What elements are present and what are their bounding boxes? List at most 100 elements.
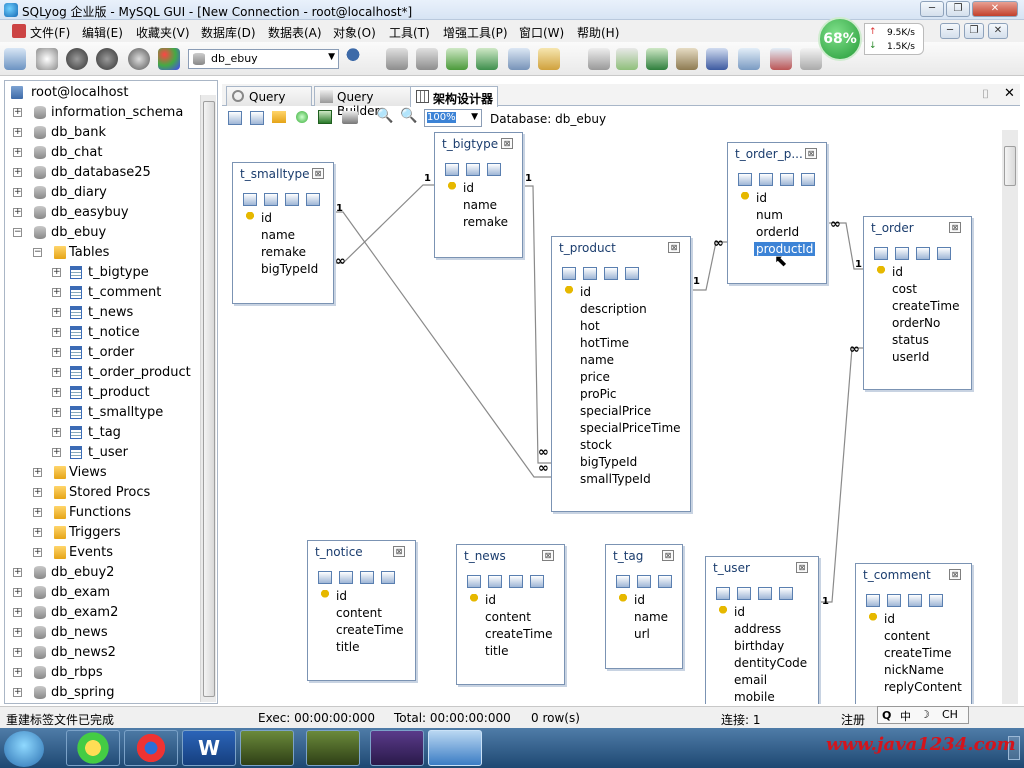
- menu-powertools[interactable]: 增强工具(P): [443, 24, 508, 41]
- field[interactable]: address: [734, 622, 781, 636]
- field[interactable]: hot: [580, 319, 600, 333]
- edit-table-icon[interactable]: [318, 571, 332, 584]
- edit-table-icon[interactable]: [616, 575, 630, 588]
- expand-icon[interactable]: +: [33, 528, 42, 537]
- collapse-icon[interactable]: −: [13, 228, 22, 237]
- expand-icon[interactable]: +: [13, 688, 22, 697]
- field[interactable]: content: [485, 610, 531, 624]
- field[interactable]: orderId: [756, 225, 799, 239]
- connect-icon[interactable]: [4, 48, 26, 70]
- expand-icon[interactable]: +: [13, 148, 22, 157]
- add-table-icon[interactable]: [228, 111, 242, 125]
- close-icon[interactable]: ⊠: [501, 138, 513, 149]
- print-icon[interactable]: [342, 111, 358, 124]
- tab-query-builder[interactable]: Query Builder: [314, 86, 412, 118]
- expand-icon[interactable]: +: [33, 488, 42, 497]
- close-icon[interactable]: ⊠: [805, 148, 817, 159]
- game-icon[interactable]: [306, 730, 360, 766]
- ime-bar[interactable]: Q 中 ☽ CH: [877, 706, 969, 724]
- field-id[interactable]: id: [884, 612, 895, 626]
- expand-icon[interactable]: +: [13, 648, 22, 657]
- field[interactable]: name: [463, 198, 497, 212]
- expand-icon[interactable]: +: [52, 328, 61, 337]
- field[interactable]: specialPrice: [580, 404, 651, 418]
- field[interactable]: content: [336, 606, 382, 620]
- field-id[interactable]: id: [892, 265, 903, 279]
- field[interactable]: content: [884, 629, 930, 643]
- manage-index-icon[interactable]: [339, 571, 353, 584]
- menu-window[interactable]: 窗口(W): [519, 24, 564, 41]
- menu-tools[interactable]: 工具(T): [389, 24, 430, 41]
- export-icon[interactable]: [929, 594, 943, 607]
- scroll-thumb[interactable]: [1004, 146, 1016, 186]
- manage-index-icon[interactable]: [264, 193, 278, 206]
- register-link[interactable]: 注册: [841, 711, 865, 728]
- expand-icon[interactable]: +: [13, 208, 22, 217]
- expand-icon[interactable]: +: [52, 448, 61, 457]
- start-button[interactable]: [4, 731, 44, 767]
- new-connection-icon[interactable]: [36, 48, 58, 70]
- field[interactable]: createTime: [884, 646, 951, 660]
- field[interactable]: replyContent: [884, 680, 962, 694]
- field[interactable]: smallTypeId: [580, 472, 651, 486]
- add-all-tables-icon[interactable]: [250, 111, 264, 125]
- field[interactable]: proPic: [580, 387, 617, 401]
- field[interactable]: description: [580, 302, 647, 316]
- field-id[interactable]: id: [634, 593, 645, 607]
- tab-query[interactable]: Query: [226, 86, 312, 106]
- expand-icon[interactable]: +: [13, 168, 22, 177]
- zoom-in-icon[interactable]: 🔍: [376, 108, 393, 124]
- expand-icon[interactable]: +: [13, 568, 22, 577]
- collapse-icon[interactable]: −: [33, 248, 42, 257]
- manage-index-icon[interactable]: [488, 575, 502, 588]
- relation-icon[interactable]: [509, 575, 523, 588]
- execute-all-icon[interactable]: [96, 48, 118, 70]
- relation-icon[interactable]: [916, 247, 930, 260]
- expand-icon[interactable]: +: [52, 368, 61, 377]
- relation-icon[interactable]: [604, 267, 618, 280]
- edit-table-icon[interactable]: [866, 594, 880, 607]
- sync-icon[interactable]: [646, 48, 668, 70]
- db-icon[interactable]: [416, 48, 438, 70]
- stop-icon[interactable]: [128, 48, 150, 70]
- expand-icon[interactable]: +: [52, 308, 61, 317]
- calendar-icon[interactable]: [770, 48, 792, 70]
- import-icon[interactable]: [476, 48, 498, 70]
- edit-table-icon[interactable]: [445, 163, 459, 176]
- close-icon[interactable]: ⊠: [662, 550, 674, 561]
- tab-nav-icon[interactable]: ⌷: [982, 87, 989, 102]
- field[interactable]: remake: [463, 215, 508, 229]
- manage-index-icon[interactable]: [583, 267, 597, 280]
- field[interactable]: name: [580, 353, 614, 367]
- export-icon[interactable]: [779, 587, 793, 600]
- entity-t_order[interactable]: t_order ⊠ id cost createTime orderNo sta…: [863, 216, 972, 390]
- relation-icon[interactable]: [487, 163, 501, 176]
- field[interactable]: nickName: [884, 663, 944, 677]
- close-tab-icon[interactable]: ✕: [1004, 86, 1015, 101]
- expand-icon[interactable]: +: [13, 668, 22, 677]
- field-id[interactable]: id: [485, 593, 496, 607]
- tree-scrollbar[interactable]: [200, 95, 216, 702]
- refresh-icon[interactable]: [296, 111, 308, 123]
- close-icon[interactable]: ⊠: [949, 222, 961, 233]
- entity-t_product[interactable]: t_product ⊠ id description hot hotTime n…: [551, 236, 691, 512]
- field[interactable]: stock: [580, 438, 612, 452]
- field[interactable]: orderNo: [892, 316, 940, 330]
- expand-icon[interactable]: +: [52, 408, 61, 417]
- field[interactable]: createTime: [485, 627, 552, 641]
- ime-language[interactable]: CH: [942, 708, 958, 721]
- java-ee-ide-icon[interactable]: [370, 730, 424, 766]
- ime-moon-icon[interactable]: ☽: [920, 708, 930, 721]
- field[interactable]: name: [261, 228, 295, 242]
- expand-icon[interactable]: +: [52, 388, 61, 397]
- field[interactable]: specialPriceTime: [580, 421, 681, 435]
- close-icon[interactable]: ⊠: [949, 569, 961, 580]
- tool-icon[interactable]: [588, 48, 610, 70]
- menu-edit[interactable]: 编辑(E): [82, 24, 123, 41]
- backup-icon[interactable]: [676, 48, 698, 70]
- expand-icon[interactable]: +: [13, 628, 22, 637]
- expand-icon[interactable]: +: [13, 108, 22, 117]
- field[interactable]: bigTypeId: [261, 262, 318, 276]
- menu-table[interactable]: 数据表(A): [268, 24, 322, 41]
- mdi-close-button[interactable]: ✕: [988, 23, 1008, 39]
